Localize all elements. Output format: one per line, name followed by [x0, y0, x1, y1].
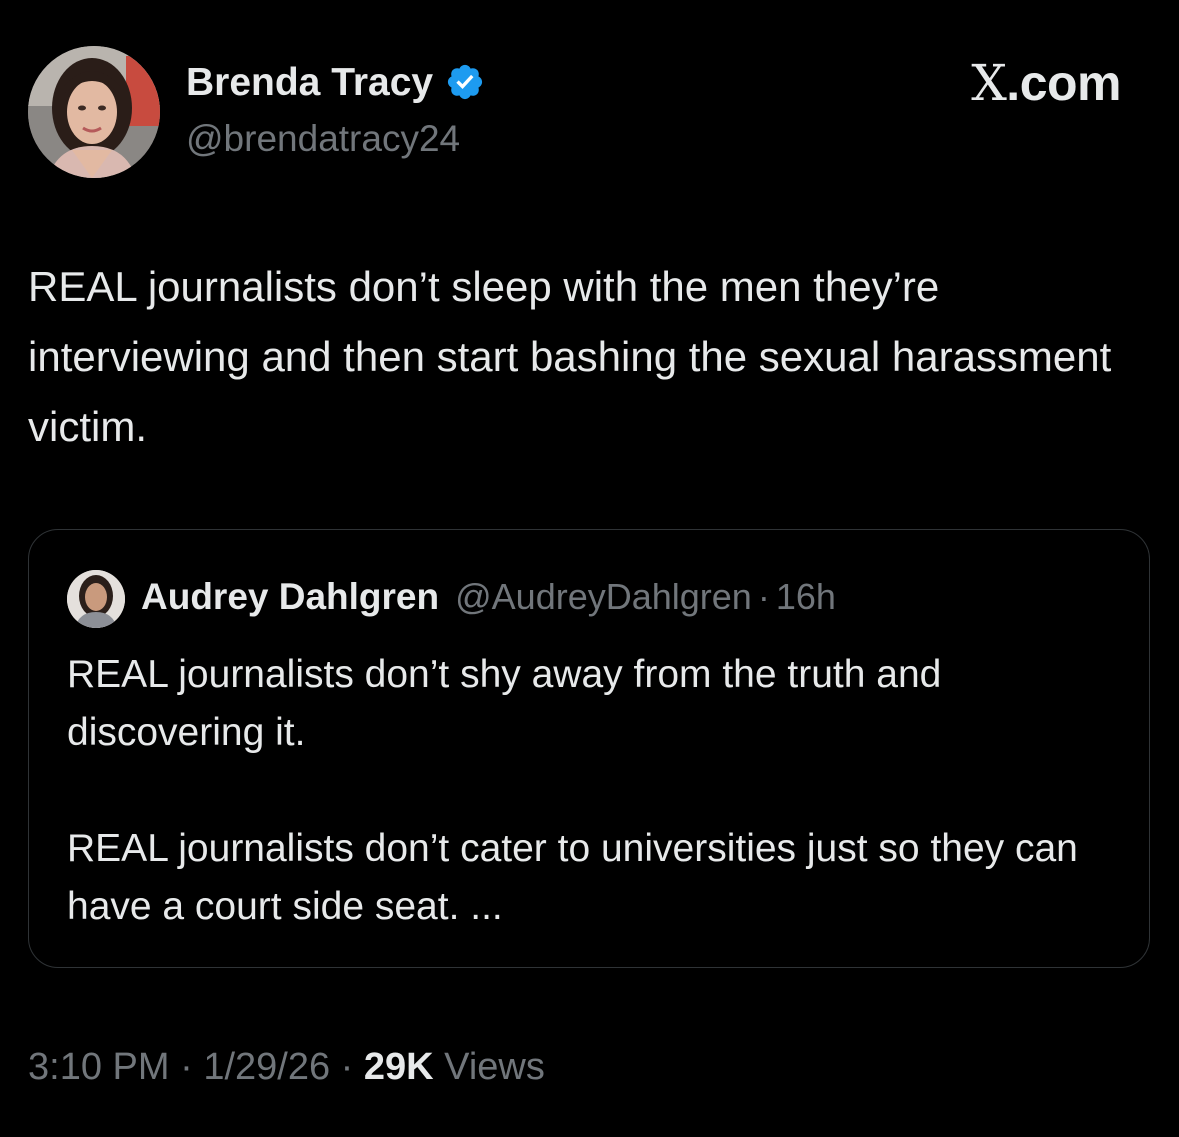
- meta-separator: ·: [340, 1046, 354, 1088]
- tweet-meta: 3:10 PM · 1/29/26 · 29K Views: [28, 1048, 545, 1086]
- x-com-watermark: X.com: [971, 58, 1121, 108]
- meta-separator: ·: [180, 1046, 193, 1088]
- quoted-tweet-card[interactable]: Audrey Dahlgren @AudreyDahlgren · 16h RE…: [28, 529, 1150, 968]
- quoted-timestamp[interactable]: 16h: [776, 579, 836, 615]
- quoted-paragraph: REAL journalists don’t shy away from the…: [67, 653, 942, 754]
- quoted-author-handle[interactable]: @AudreyDahlgren: [455, 579, 752, 615]
- post-time[interactable]: 3:10 PM: [28, 1046, 170, 1088]
- quoted-tweet-header: Audrey Dahlgren @AudreyDahlgren · 16h: [141, 578, 836, 615]
- views-label: Views: [444, 1046, 545, 1088]
- post-date[interactable]: 1/29/26: [203, 1046, 330, 1088]
- quoted-author-avatar[interactable]: [67, 570, 125, 628]
- x-logo-icon: X: [971, 54, 1007, 112]
- verified-badge-icon: [445, 62, 485, 102]
- author-avatar-photo: [28, 46, 160, 178]
- tweet-text: REAL journalists don’t sleep with the me…: [28, 263, 1112, 450]
- quoted-separator-dot: ·: [757, 576, 770, 617]
- quoted-tweet-text: REAL journalists don’t shy away from the…: [67, 646, 1127, 936]
- author-handle[interactable]: @brendatracy24: [186, 120, 460, 157]
- quoted-author-avatar-photo: [67, 570, 125, 628]
- author-name-text: Brenda Tracy: [186, 60, 434, 104]
- author-avatar[interactable]: [28, 46, 160, 178]
- author-name[interactable]: Brenda Tracy: [186, 62, 485, 102]
- watermark-domain: .com: [1006, 55, 1121, 111]
- quoted-author-name[interactable]: Audrey Dahlgren: [141, 578, 439, 615]
- quoted-paragraph: REAL journalists don’t cater to universi…: [67, 827, 1078, 928]
- views-count[interactable]: 29K: [364, 1046, 434, 1088]
